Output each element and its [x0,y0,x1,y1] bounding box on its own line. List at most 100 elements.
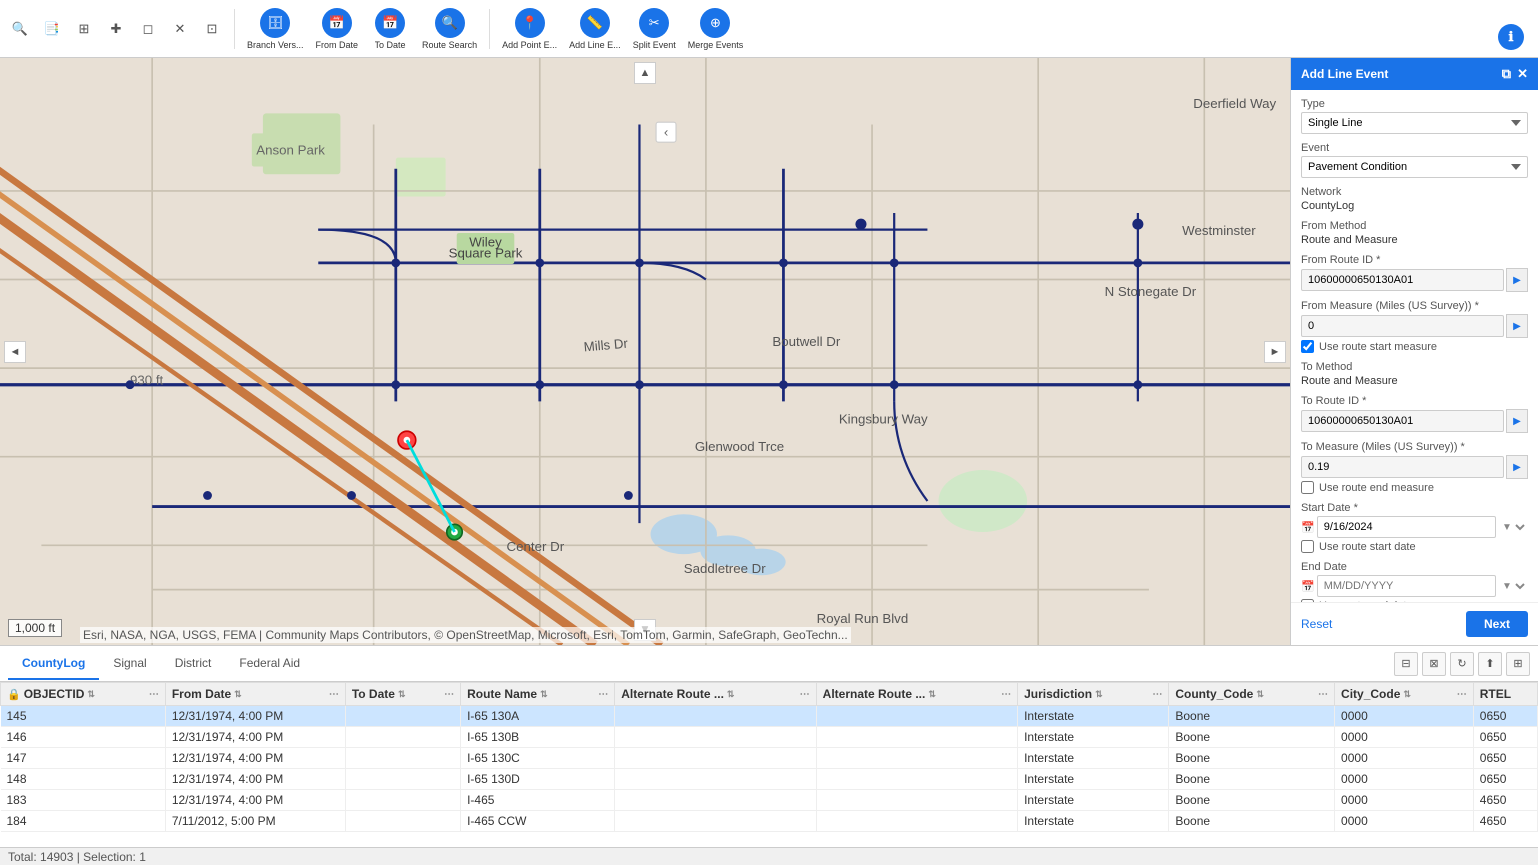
identify-btn[interactable]: ✚ [102,15,130,43]
to-measure-input[interactable] [1301,456,1504,478]
col-menu-from-date[interactable]: ⋯ [329,689,339,700]
sort-icon-jurisdiction[interactable]: ⇅ [1095,689,1103,700]
sort-icon-county-code[interactable]: ⇅ [1256,689,1264,700]
tab-refresh-btn[interactable]: ↻ [1450,652,1474,676]
lock-icon: 🔒 [7,688,21,701]
col-menu-jurisdiction[interactable]: ⋯ [1152,689,1162,700]
map-nav-up[interactable]: ▲ [634,62,656,84]
table-row[interactable]: 14712/31/1974, 4:00 PMI-65 130CInterstat… [1,748,1538,769]
end-date-input[interactable] [1317,575,1496,597]
panel-close-icon[interactable]: ✕ [1517,66,1528,82]
tab-district[interactable]: District [161,648,226,680]
table-row[interactable]: 18312/31/1974, 4:00 PMI-465InterstateBoo… [1,790,1538,811]
to-method-label: To Method [1301,361,1528,373]
sort-icon-from-date[interactable]: ⇅ [234,689,242,700]
from-measure-input[interactable] [1301,315,1504,337]
table-cell: Boone [1169,811,1335,832]
next-button[interactable]: Next [1466,611,1528,637]
merge-events-btn[interactable]: ⊕ Merge Events [684,3,748,55]
table-cell [615,706,816,727]
tab-view-btn[interactable]: ⊞ [1506,652,1530,676]
table-cell: 0000 [1335,748,1474,769]
panel-restore-icon[interactable]: ⧉ [1502,66,1511,82]
type-field: Type Single Line [1301,98,1528,134]
network-value: CountyLog [1301,200,1528,212]
table-row[interactable]: 14612/31/1974, 4:00 PMI-65 130BInterstat… [1,727,1538,748]
start-date-calendar-icon: 📅 [1301,521,1315,534]
export-btn[interactable]: ⊡ [198,15,226,43]
use-start-date-checkbox[interactable] [1301,540,1314,553]
panel-title: Add Line Event [1301,67,1388,81]
sort-icon-alt-route1[interactable]: ⇅ [727,689,735,700]
table-row[interactable]: 1847/11/2012, 5:00 PMI-465 CCWInterstate… [1,811,1538,832]
info-btn[interactable]: ℹ [1498,24,1524,50]
add-point-btn[interactable]: 📍 Add Point E... [498,3,561,55]
to-date-btn[interactable]: 📅 To Date [366,3,414,55]
to-measure-row: ▶ [1301,455,1528,479]
from-route-id-label: From Route ID * [1301,254,1528,266]
reset-button[interactable]: Reset [1301,617,1332,631]
search-tool-btn[interactable]: 🔍 [6,15,34,43]
table-cell [816,811,1017,832]
from-route-id-input[interactable] [1301,269,1504,291]
table-cell [816,769,1017,790]
col-menu-objectid[interactable]: ⋯ [149,689,159,700]
sort-icon-to-date[interactable]: ⇅ [398,689,406,700]
clear-btn[interactable]: ✕ [166,15,194,43]
route-search-btn[interactable]: 🔍 Route Search [418,3,481,55]
table-row[interactable]: 14512/31/1974, 4:00 PMI-65 130AInterstat… [1,706,1538,727]
table-wrapper[interactable]: 🔒 OBJECTID ⇅ ⋯ From Date ⇅ ⋯ [0,682,1538,847]
end-date-chevron[interactable]: ▼ [1498,580,1528,593]
sort-icon-alt-route2[interactable]: ⇅ [928,689,936,700]
add-line-btn[interactable]: 📏 Add Line E... [565,3,625,55]
map-nav-right[interactable]: ► [1264,341,1286,363]
col-menu-alt-route1[interactable]: ⋯ [800,689,810,700]
col-menu-city-code[interactable]: ⋯ [1457,689,1467,700]
network-label: Network [1301,186,1528,198]
svg-text:Deerfield Way: Deerfield Way [1193,96,1276,111]
type-select[interactable]: Single Line [1301,112,1528,134]
start-date-input[interactable] [1317,516,1496,538]
grid-btn[interactable]: ⊞ [70,15,98,43]
from-measure-field: From Measure (Miles (US Survey)) * ▶ Use… [1301,300,1528,353]
tab-county-log[interactable]: CountyLog [8,648,99,680]
map-area[interactable]: Anson Park Wiley Square Park 930 ft Mill… [0,58,1290,645]
use-route-start-checkbox[interactable] [1301,340,1314,353]
col-menu-to-date[interactable]: ⋯ [444,689,454,700]
bookmark-btn[interactable]: 📑 [38,15,66,43]
table-row[interactable]: 14812/31/1974, 4:00 PMI-65 130DInterstat… [1,769,1538,790]
split-event-btn[interactable]: ✂ Split Event [629,3,680,55]
sort-icon-city-code[interactable]: ⇅ [1403,689,1411,700]
tab-filter-btn[interactable]: ⊟ [1394,652,1418,676]
tab-export-btn[interactable]: ⬆ [1478,652,1502,676]
start-date-chevron[interactable]: ▼ [1498,521,1528,534]
col-alt-route1: Alternate Route ... ⇅ ⋯ [615,683,816,706]
to-route-id-input[interactable] [1301,410,1504,432]
select-btn[interactable]: ◻ [134,15,162,43]
to-method-field: To Method Route and Measure [1301,361,1528,387]
col-menu-alt-route2[interactable]: ⋯ [1001,689,1011,700]
table-cell: 12/31/1974, 4:00 PM [165,727,345,748]
col-menu-county-code[interactable]: ⋯ [1318,689,1328,700]
from-date-btn[interactable]: 📅 From Date [312,3,363,55]
tab-federal-aid[interactable]: Federal Aid [225,648,314,680]
col-objectid: 🔒 OBJECTID ⇅ ⋯ [1,683,166,706]
to-route-id-btn[interactable]: ▶ [1506,409,1528,433]
to-measure-btn[interactable]: ▶ [1506,455,1528,479]
to-method-value: Route and Measure [1301,375,1528,387]
col-route-name: Route Name ⇅ ⋯ [461,683,615,706]
tab-signal[interactable]: Signal [99,648,160,680]
event-select[interactable]: Pavement Condition [1301,156,1528,178]
table-cell: 148 [1,769,166,790]
from-route-id-btn[interactable]: ▶ [1506,268,1528,292]
sort-icon-objectid[interactable]: ⇅ [87,689,95,700]
tab-clear-btn[interactable]: ⊠ [1422,652,1446,676]
sort-icon-route-name[interactable]: ⇅ [540,689,548,700]
from-measure-btn[interactable]: ▶ [1506,314,1528,338]
map-nav-left[interactable]: ◄ [4,341,26,363]
col-menu-route-name[interactable]: ⋯ [598,689,608,700]
branch-ver-btn[interactable]: 🗄 Branch Vers... [243,3,308,55]
use-route-end-checkbox[interactable] [1301,481,1314,494]
table-cell: 4650 [1473,790,1537,811]
table-cell: 12/31/1974, 4:00 PM [165,748,345,769]
